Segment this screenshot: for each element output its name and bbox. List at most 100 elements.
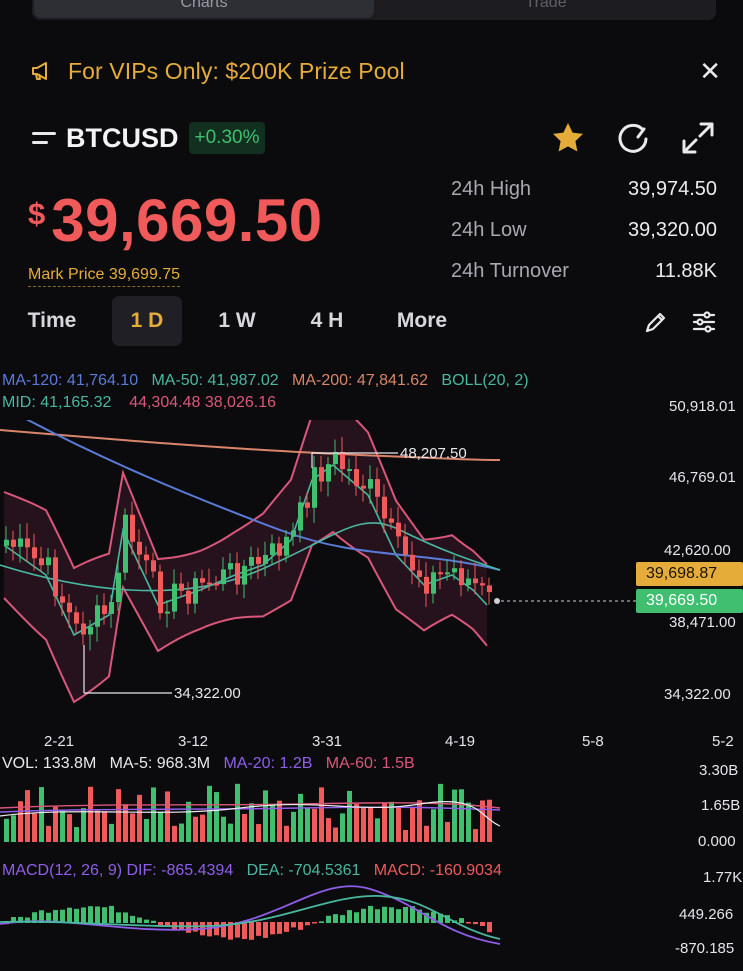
timeframe-4h[interactable]: 4 H — [292, 296, 362, 346]
date-axis-label: 3-31 — [312, 733, 343, 750]
megaphone-icon — [32, 62, 47, 80]
period-high-annotation: 48,207.50 — [400, 445, 467, 462]
candle-body — [368, 479, 373, 489]
promo-banner[interactable]: For VIPs Only: $200K Prize Pool — [30, 56, 405, 86]
volume-bar — [165, 791, 170, 842]
close-banner-button[interactable]: ✕ — [699, 58, 721, 84]
volume-bar — [445, 821, 450, 842]
macd-axis-label: -870.185 — [675, 940, 735, 957]
price-axis-label: 46,769.01 — [669, 469, 736, 486]
timeframe-1w[interactable]: 1 W — [202, 296, 272, 346]
macd-histogram-bar — [256, 922, 261, 936]
ma200-label: MA-200: 47,841.62 — [291, 372, 429, 389]
star-icon[interactable] — [550, 120, 586, 156]
volume-bar — [221, 816, 226, 842]
candle-body — [144, 554, 149, 561]
volume-bar — [354, 804, 359, 842]
refresh-icon[interactable] — [615, 120, 651, 156]
volume-bar — [417, 800, 422, 842]
menu-icon[interactable] — [32, 128, 56, 148]
macd-histogram-bar — [389, 907, 394, 923]
volume-bar — [375, 818, 380, 842]
candle-body — [32, 547, 37, 559]
volume-bar — [319, 787, 324, 842]
volume-bar — [368, 806, 373, 842]
stat-label: 24h Low — [451, 219, 527, 241]
candle-body — [361, 485, 366, 489]
volume-bar — [277, 800, 282, 842]
candle-body — [95, 605, 100, 627]
volume-bar — [158, 811, 163, 842]
date-axis-label: 5-8 — [582, 733, 604, 750]
price-axis-label: 34,322.00 — [664, 686, 731, 703]
macd-histogram-bar — [102, 907, 107, 923]
price-axis-label: 50,918.01 — [669, 398, 736, 415]
volume-chart — [0, 783, 501, 842]
volume-bar — [340, 813, 345, 842]
candle-body — [53, 557, 58, 597]
macd-legend: MACD(12, 26, 9) DIF: -865.4394 DEA: -704… — [2, 862, 502, 880]
candle-body — [333, 452, 338, 465]
volume-bar — [431, 809, 436, 842]
fullscreen-icon[interactable] — [680, 120, 716, 156]
candle-body — [403, 536, 408, 555]
volume-bar — [179, 823, 184, 842]
timeframe-time[interactable]: Time — [14, 296, 90, 346]
symbol-name[interactable]: BTCUSD — [66, 123, 179, 154]
candle-body — [4, 539, 9, 546]
stat-value: 11.88K — [655, 260, 717, 282]
date-axis-label: 3-12 — [178, 733, 209, 750]
macd-histogram-bar — [326, 915, 331, 923]
timeframe-1d[interactable]: 1 D — [112, 296, 182, 346]
macd-histogram-bar — [151, 920, 156, 923]
macd-histogram-bar — [277, 922, 282, 934]
timeframe-more[interactable]: More — [384, 296, 460, 346]
macd-histogram-bar — [67, 907, 72, 923]
volume-bar — [305, 808, 310, 842]
candle-body — [81, 623, 86, 635]
macd-histogram-bar — [74, 908, 79, 923]
mark-price-tag: 39,698.87 — [636, 562, 743, 586]
macd-dea-label: DEA: -704.5361 — [246, 862, 361, 879]
macd-histogram-bar — [130, 915, 135, 923]
volume-bar — [473, 829, 478, 842]
volume-bar — [60, 810, 65, 842]
candle-body — [480, 583, 485, 586]
candle-body — [312, 467, 317, 508]
ma120-label: MA-120: 41,764.10 — [2, 372, 139, 389]
macd-histogram-bar — [480, 922, 485, 926]
macd-value-label: MACD: -160.9034 — [373, 862, 502, 879]
candle-body — [25, 538, 30, 548]
settings-sliders-icon[interactable] — [690, 308, 718, 336]
tab-trade[interactable]: Trade — [378, 0, 714, 18]
candle-body — [46, 557, 51, 566]
volume-bar — [361, 807, 366, 842]
macd-histogram-bar — [340, 915, 345, 923]
volume-bar — [333, 827, 338, 842]
volume-bar — [256, 824, 261, 842]
macd-histogram-bar — [158, 922, 163, 926]
volume-bar — [284, 825, 289, 842]
volume-bar — [74, 827, 79, 842]
tab-charts[interactable]: Charts — [34, 0, 374, 18]
macd-histogram-bar — [144, 919, 149, 923]
volume-bar — [67, 814, 72, 842]
mark-price[interactable]: Mark Price 39,699.75 — [28, 266, 181, 287]
stat-24h-low: 24h Low 39,320.00 — [451, 219, 717, 260]
macd-histogram-bar — [487, 922, 492, 933]
stats-panel: 24h High 39,974.50 24h Low 39,320.00 24h… — [451, 178, 717, 301]
candle-body — [438, 572, 443, 575]
candle-body — [172, 583, 177, 612]
pencil-icon[interactable] — [642, 308, 670, 336]
candle-body — [18, 538, 23, 547]
macd-histogram-bar — [312, 922, 317, 924]
macd-histogram-bar — [361, 908, 366, 923]
volume-bar — [130, 813, 135, 842]
candlestick-chart[interactable] — [0, 420, 640, 720]
volume-bar — [263, 790, 268, 842]
volume-bar — [95, 810, 100, 842]
macd-histogram-bar — [459, 918, 464, 923]
macd-histogram-bar — [123, 912, 128, 923]
candle-body — [417, 570, 422, 577]
macd-histogram-bar — [333, 914, 338, 923]
